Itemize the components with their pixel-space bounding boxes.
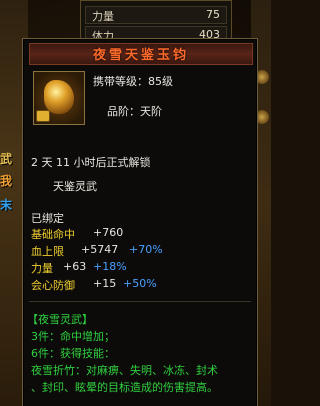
- stat-label: 血上限: [31, 245, 64, 258]
- game-scene: 武 我 末 力量 75 体力 403 夜雪天鉴玉钧 携带等级：85级 品阶：天阶…: [0, 0, 271, 406]
- background-tag: 末: [0, 198, 13, 212]
- stat-label: 力量: [92, 10, 114, 23]
- divider: [29, 301, 251, 302]
- bound-lock-icon: [36, 110, 50, 122]
- set-bonus-6: 6件：获得技能：: [31, 347, 115, 360]
- weapon-icon: [44, 80, 74, 114]
- stat-bonus: +50%: [123, 277, 157, 290]
- unlock-note: 2 天 11 小时后正式解锁: [31, 156, 151, 169]
- stat-bonus: +18%: [93, 260, 127, 273]
- item-tooltip: 夜雪天鉴玉钧 携带等级：85级 品阶：天阶 2 天 11 小时后正式解锁 天鉴灵…: [22, 38, 258, 406]
- stat-row: 力量 75: [85, 6, 227, 24]
- stat-label: 力量: [31, 262, 53, 275]
- stat-base: +63: [63, 260, 87, 273]
- skill-description: 、封印、眩晕的目标造成的伤害提高。: [31, 381, 218, 394]
- set-name: 【夜雪灵武】: [27, 313, 93, 326]
- tooltip-title-bar: 夜雪天鉴玉钧: [29, 43, 253, 65]
- item-grade: 品阶：天阶: [107, 105, 162, 118]
- background-tag: 我: [0, 174, 13, 188]
- skill-description: 夜雪折竹：对麻痹、失明、冰冻、封术: [31, 364, 218, 377]
- stat-base: +15: [93, 277, 117, 290]
- carry-level: 携带等级：85级: [93, 75, 173, 88]
- stat-bonus: +70%: [129, 243, 163, 256]
- stat-value: 75: [206, 8, 220, 21]
- background-tag: 武: [0, 152, 13, 166]
- stat-label: 基础命中: [31, 228, 75, 241]
- bound-status: 已绑定: [31, 212, 64, 225]
- item-icon-slot: [33, 71, 85, 125]
- item-name: 夜雪天鉴玉钧: [92, 48, 189, 63]
- stat-label: 会心防御: [31, 279, 75, 292]
- set-bonus-3: 3件：命中增加；: [31, 330, 115, 343]
- stat-base: +760: [93, 226, 124, 239]
- item-category: 天鉴灵武: [53, 180, 97, 193]
- stat-base: +5747: [81, 243, 119, 256]
